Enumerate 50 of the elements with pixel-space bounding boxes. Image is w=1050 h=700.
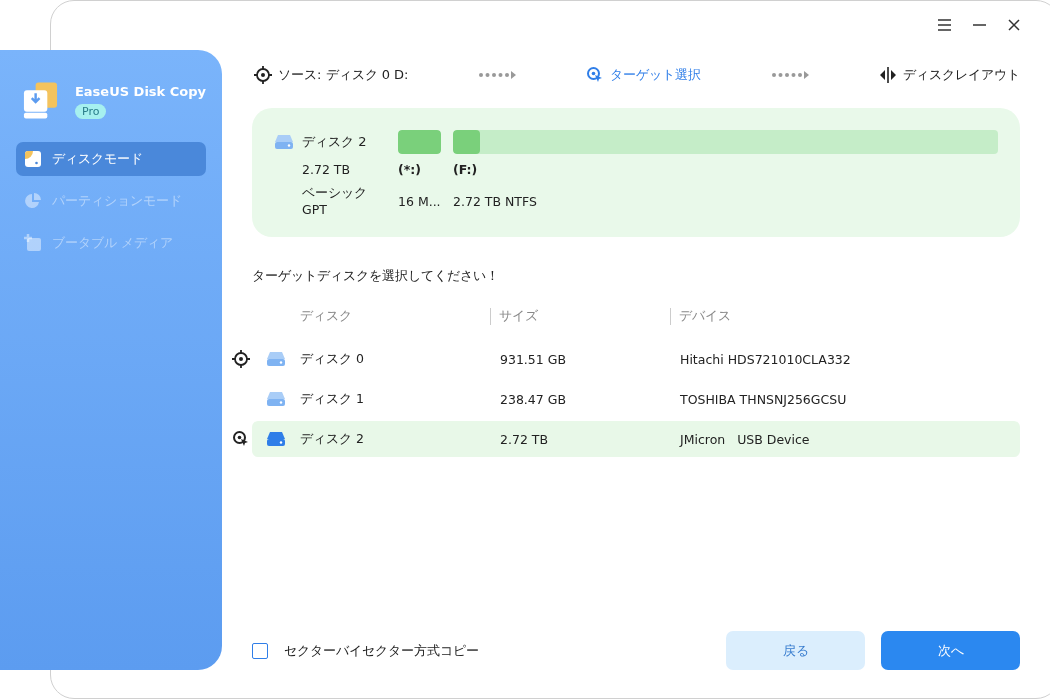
column-header: サイズ [490, 307, 670, 325]
table-cell-text: Hitachi HDS721010CLA332 [680, 351, 852, 367]
table-cell-text: 238.47 GB [500, 391, 567, 407]
table-cell-text: ディスク 0 [300, 350, 365, 368]
wizard-step[interactable]: ソース: ディスク 0 D: [254, 66, 409, 84]
progress-dots-icon [478, 71, 517, 79]
pie-chart-icon [24, 192, 42, 210]
wizard-step[interactable]: ディスクレイアウト [879, 66, 1020, 84]
table-cell-text: ディスク 2 [300, 430, 365, 448]
table-cell-text: JMicron USB Device [680, 431, 811, 447]
disk-row[interactable]: ディスク 2 2.72 TB JMicron USB Device [252, 421, 1020, 457]
close-icon [1008, 19, 1020, 31]
crosshair-icon [254, 66, 272, 84]
menu-icon [938, 19, 951, 31]
progress-dots-icon [771, 71, 810, 79]
partition-letter: (F:) [453, 162, 479, 177]
disk-row[interactable]: ディスク 1 238.47 GB TOSHIBA THNSNJ256GCSU [252, 381, 1020, 417]
wizard-step[interactable]: ターゲット選択 [586, 66, 702, 84]
edition-badge: Pro [74, 104, 107, 119]
partition-info: 2.72 TB NTFS [453, 193, 538, 209]
app-name: EaseUS Disk Copy [74, 84, 206, 99]
boot-media-icon [24, 234, 42, 252]
table-cell-text: 2.72 TB [500, 431, 550, 447]
column-header: デバイス [670, 307, 1020, 325]
close-button[interactable] [1008, 19, 1020, 31]
disk-name: ディスク 2 [302, 133, 367, 151]
prompt-text: ターゲットディスクを選択してください！ [252, 267, 500, 285]
checkbox[interactable] [252, 642, 268, 659]
table-cell-text: 931.51 GB [500, 351, 567, 367]
sidebar-item[interactable]: ディスクモード [16, 142, 206, 176]
drive-icon [266, 431, 286, 447]
disk-type: ベーシック GPT [301, 185, 368, 217]
table-cell-text: TOSHIBA THNSNJ256GCSU [680, 391, 848, 407]
column-header: ディスク [300, 307, 353, 325]
disk-row[interactable]: ディスク 0 931.51 GB Hitachi HDS721010CLA332 [252, 341, 1020, 377]
disk-size: 2.72 TB [301, 162, 352, 177]
table-cell-text: ディスク 1 [300, 390, 365, 408]
back-button[interactable]: 戻る [726, 631, 865, 670]
partition-info: 16 M... [398, 193, 441, 209]
disk-mode-icon [24, 150, 42, 168]
next-button[interactable]: 次へ [881, 631, 1020, 670]
split-arrows-icon [879, 67, 897, 83]
partition-letter: (*:) [398, 162, 422, 177]
checkbox-label: セクターバイセクター方式コピー [284, 641, 480, 660]
crosshair-icon [232, 350, 250, 368]
drive-icon [274, 134, 294, 150]
menu-button[interactable] [938, 19, 951, 31]
drive-icon [266, 351, 286, 367]
drive-icon [266, 391, 286, 407]
cursor-target-icon [232, 430, 250, 448]
